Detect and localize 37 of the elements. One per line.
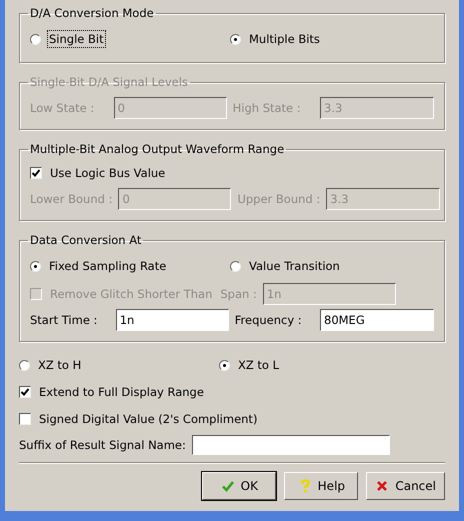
radio-label[interactable]: Value Transition [247,257,342,275]
input-field[interactable]: 80MEG [320,309,434,331]
group-title: Data Conversion At [29,233,142,247]
radio-label[interactable]: XZ to L [236,356,282,374]
checkbox-label[interactable]: Extend to Full Display Range [37,383,206,401]
field-label: Low State : [30,101,96,115]
group-title: D/A Conversion Mode [29,6,155,20]
radio-button[interactable] [30,34,41,44]
radio-label[interactable]: Multiple Bits [247,30,322,48]
radio-button[interactable] [230,34,241,44]
radio-label[interactable]: XZ to H [36,356,84,374]
radio-button[interactable] [230,260,241,272]
checkbox-label[interactable]: Signed Digital Value (2's Compliment) [37,410,260,428]
input-field[interactable]: 1n [116,309,229,331]
radio-button[interactable] [30,260,41,272]
help-icon [298,479,312,493]
checkbox[interactable] [19,413,31,425]
radio-button[interactable] [19,360,30,370]
check-icon [220,479,235,493]
close-icon [375,479,390,493]
checkbox[interactable] [19,386,31,398]
field-label: Upper Bound : [237,192,320,206]
field-label: Lower Bound : [30,192,112,206]
field-label: High State : [232,101,302,115]
field-label: Suffix of Result Signal Name: [19,438,186,452]
dialog-button[interactable]: Help [284,472,358,500]
group-title: Multiple-Bit Analog Output Waveform Range [29,142,286,156]
dialog-button[interactable]: Cancel [366,472,445,500]
field-label: Span : [220,287,257,301]
field-label: Start Time : [30,313,98,327]
field-label: Frequency : [234,313,303,327]
radio-button[interactable] [219,360,230,370]
group-title: Single-Bit D/A Signal Levels [29,75,189,89]
dialog-button[interactable]: OK [202,472,276,500]
input-field[interactable] [192,435,390,455]
radio-label[interactable]: Single Bit [47,30,106,48]
radio-label[interactable]: Fixed Sampling Rate [47,257,168,275]
